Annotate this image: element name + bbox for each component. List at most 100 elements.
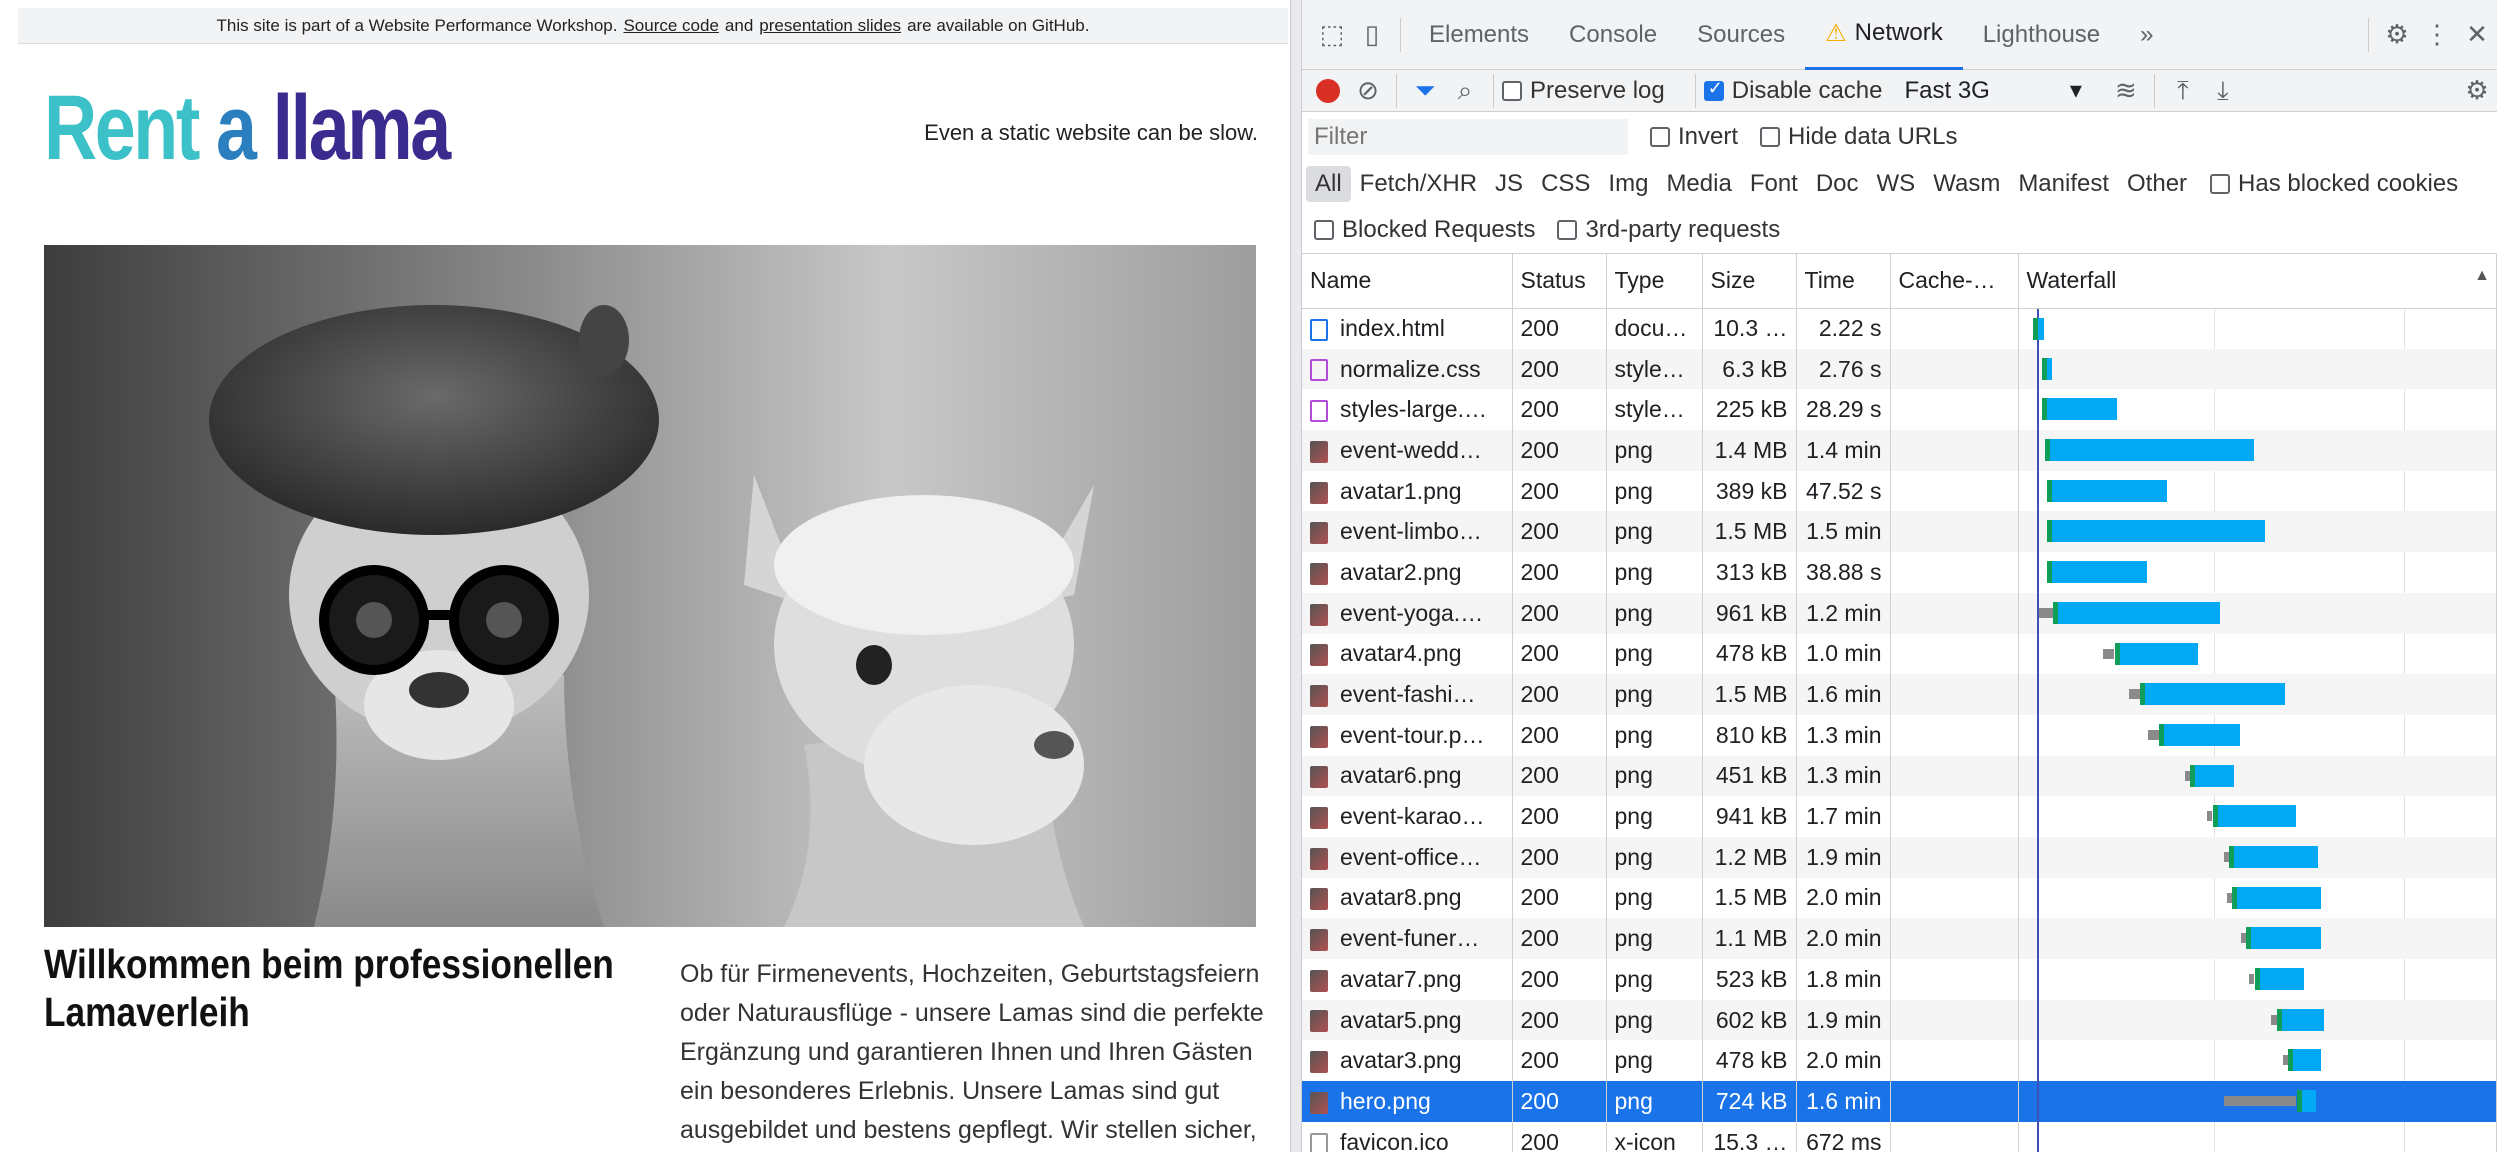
filter-input[interactable] xyxy=(1308,119,1628,155)
settings-gear-icon[interactable]: ⚙ xyxy=(2377,15,2417,55)
filter-funnel-icon[interactable]: ⏷ xyxy=(1405,71,1445,111)
table-row[interactable]: event-wedd… 200 png 1.4 MB 1.4 min xyxy=(1302,430,2497,471)
site-logo[interactable]: Rent a llama xyxy=(44,77,451,179)
request-name-cell[interactable]: event-limbo… xyxy=(1302,511,1513,553)
hide-data-urls-checkbox[interactable]: Hide data URLs xyxy=(1760,123,1957,151)
inspect-element-icon[interactable]: ⬚ xyxy=(1312,15,1352,55)
table-row[interactable]: hero.png 200 png 724 kB 1.6 min xyxy=(1302,1081,2497,1122)
tab-network-label: Network xyxy=(1854,19,1943,46)
request-name-cell[interactable]: event-office… xyxy=(1302,836,1513,878)
request-name-cell[interactable]: avatar5.png xyxy=(1302,999,1513,1041)
import-har-icon[interactable]: ⤒ xyxy=(2163,71,2203,111)
type-filter-js[interactable]: JS xyxy=(1486,166,1532,202)
column-header-name[interactable]: Name xyxy=(1302,254,1513,309)
third-party-requests-checkbox[interactable]: 3rd-party requests xyxy=(1557,216,1780,244)
table-row[interactable]: avatar3.png 200 png 478 kB 2.0 min xyxy=(1302,1040,2497,1082)
column-header-waterfall[interactable]: Waterfall ▲ xyxy=(2018,254,2497,309)
type-filter-other[interactable]: Other xyxy=(2118,166,2196,202)
request-name-cell[interactable]: avatar7.png xyxy=(1302,959,1513,1000)
table-row[interactable]: index.html 200 docu… 10.3 … 2.22 s xyxy=(1302,308,2497,349)
panel-resizer[interactable] xyxy=(1290,0,1302,1152)
request-name-cell[interactable]: avatar8.png xyxy=(1302,877,1513,919)
device-toolbar-icon[interactable]: ▯ xyxy=(1352,15,1392,55)
type-filter-media[interactable]: Media xyxy=(1657,166,1740,202)
table-row[interactable]: avatar1.png 200 png 389 kB 47.52 s xyxy=(1302,470,2497,512)
type-filter-img[interactable]: Img xyxy=(1599,166,1657,202)
request-name-cell[interactable]: event-karao… xyxy=(1302,796,1513,837)
tab-lighthouse[interactable]: Lighthouse xyxy=(1963,0,2120,70)
export-har-icon[interactable]: ⤓ xyxy=(2203,71,2243,111)
more-tabs-icon[interactable]: » xyxy=(2120,0,2173,70)
request-name-cell[interactable]: avatar2.png xyxy=(1302,552,1513,593)
source-code-link[interactable]: Source code xyxy=(623,16,718,36)
column-header-size[interactable]: Size xyxy=(1702,254,1797,309)
table-row[interactable]: avatar5.png 200 png 602 kB 1.9 min xyxy=(1302,999,2497,1041)
table-row[interactable]: event-limbo… 200 png 1.5 MB 1.5 min xyxy=(1302,511,2497,553)
tab-sources[interactable]: Sources xyxy=(1677,0,1805,70)
type-filter-manifest[interactable]: Manifest xyxy=(2009,166,2118,202)
column-header-cache[interactable]: Cache-… xyxy=(1890,254,2019,309)
table-row[interactable]: event-yoga.… 200 png 961 kB 1.2 min xyxy=(1302,592,2497,634)
dom-content-loaded-line xyxy=(2036,714,2039,756)
request-status: 200 xyxy=(1512,308,1607,349)
type-filter-css[interactable]: CSS xyxy=(1532,166,1599,202)
request-name-cell[interactable]: event-tour.p… xyxy=(1302,714,1513,756)
type-filter-ws[interactable]: WS xyxy=(1868,166,1925,202)
table-row[interactable]: event-funer… 200 png 1.1 MB 2.0 min xyxy=(1302,918,2497,959)
network-conditions-icon[interactable]: ≋ xyxy=(2106,71,2146,111)
request-type: x-icon xyxy=(1606,1121,1703,1152)
invert-checkbox[interactable]: Invert xyxy=(1650,123,1738,151)
column-header-status[interactable]: Status xyxy=(1512,254,1607,309)
request-name-cell[interactable]: normalize.css xyxy=(1302,348,1513,390)
tab-console[interactable]: Console xyxy=(1549,0,1677,70)
request-name-cell[interactable]: avatar6.png xyxy=(1302,755,1513,797)
column-header-time[interactable]: Time xyxy=(1796,254,1891,309)
type-filter-font[interactable]: Font xyxy=(1741,166,1807,202)
record-button[interactable] xyxy=(1308,71,1348,111)
throttling-select[interactable]: Fast 3G ▾ xyxy=(1904,76,2081,105)
presentation-slides-link[interactable]: presentation slides xyxy=(759,16,901,36)
checkbox-box xyxy=(1314,219,1334,240)
request-cache xyxy=(1890,592,2019,634)
request-name-cell[interactable]: event-yoga.… xyxy=(1302,592,1513,634)
network-settings-gear-icon[interactable]: ⚙ xyxy=(2457,71,2497,111)
request-name-cell[interactable]: avatar4.png xyxy=(1302,633,1513,675)
column-header-type[interactable]: Type xyxy=(1606,254,1703,309)
table-row[interactable]: favicon.ico 200 x-icon 15.3 … 672 ms xyxy=(1302,1121,2497,1152)
table-row[interactable]: avatar4.png 200 png 478 kB 1.0 min xyxy=(1302,633,2497,675)
tab-network[interactable]: ⚠ Network xyxy=(1805,0,1963,70)
type-filter-wasm[interactable]: Wasm xyxy=(1924,166,2009,202)
type-filter-doc[interactable]: Doc xyxy=(1807,166,1868,202)
table-row[interactable]: event-fashi… 200 png 1.5 MB 1.6 min xyxy=(1302,674,2497,715)
clear-icon[interactable]: ⊘ xyxy=(1348,71,1388,111)
kebab-menu-icon[interactable]: ⋮ xyxy=(2417,15,2457,55)
waterfall-cell xyxy=(2018,633,2497,675)
close-icon[interactable]: ✕ xyxy=(2457,15,2497,55)
table-row[interactable]: event-tour.p… 200 png 810 kB 1.3 min xyxy=(1302,714,2497,756)
table-row[interactable]: avatar2.png 200 png 313 kB 38.88 s xyxy=(1302,552,2497,593)
tab-elements[interactable]: Elements xyxy=(1409,0,1549,70)
request-name-cell[interactable]: event-fashi… xyxy=(1302,674,1513,715)
table-row[interactable]: event-karao… 200 png 941 kB 1.7 min xyxy=(1302,796,2497,837)
request-name-cell[interactable]: index.html xyxy=(1302,308,1513,349)
request-name-cell[interactable]: event-wedd… xyxy=(1302,430,1513,471)
type-filter-all[interactable]: All xyxy=(1306,166,1351,202)
type-filter-fetch-xhr[interactable]: Fetch/XHR xyxy=(1351,166,1486,202)
table-row[interactable]: avatar8.png 200 png 1.5 MB 2.0 min xyxy=(1302,877,2497,919)
table-row[interactable]: avatar7.png 200 png 523 kB 1.8 min xyxy=(1302,959,2497,1000)
table-row[interactable]: styles-large.… 200 style… 225 kB 28.29 s xyxy=(1302,389,2497,431)
request-name-cell[interactable]: favicon.ico xyxy=(1302,1121,1513,1152)
disable-cache-checkbox[interactable]: Disable cache xyxy=(1703,77,1882,105)
search-icon[interactable]: ⌕ xyxy=(1445,71,1485,111)
request-name-cell[interactable]: event-funer… xyxy=(1302,918,1513,959)
request-name-cell[interactable]: avatar3.png xyxy=(1302,1040,1513,1082)
has-blocked-cookies-checkbox[interactable]: Has blocked cookies xyxy=(2210,170,2458,198)
table-row[interactable]: avatar6.png 200 png 451 kB 1.3 min xyxy=(1302,755,2497,797)
preserve-log-checkbox[interactable]: Preserve log xyxy=(1502,77,1665,105)
request-name-cell[interactable]: avatar1.png xyxy=(1302,470,1513,512)
request-name-cell[interactable]: styles-large.… xyxy=(1302,389,1513,431)
request-name-cell[interactable]: hero.png xyxy=(1302,1081,1513,1122)
table-row[interactable]: normalize.css 200 style… 6.3 kB 2.76 s xyxy=(1302,348,2497,390)
blocked-requests-checkbox[interactable]: Blocked Requests xyxy=(1314,216,1535,244)
table-row[interactable]: event-office… 200 png 1.2 MB 1.9 min xyxy=(1302,836,2497,878)
